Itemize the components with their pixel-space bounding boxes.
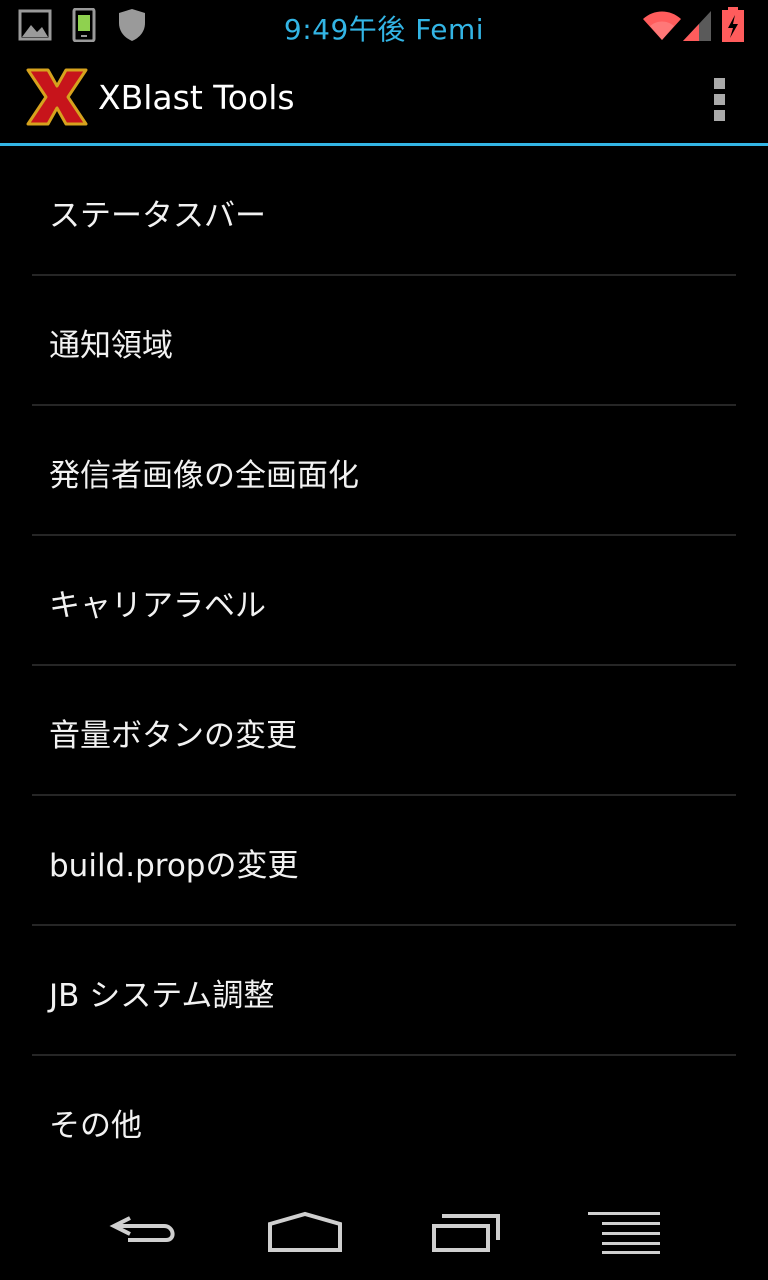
menu-item-label: 音量ボタンの変更 bbox=[49, 718, 297, 754]
menu-item-build-prop[interactable]: build.propの変更 bbox=[32, 796, 736, 926]
app-logo-icon[interactable] bbox=[24, 64, 90, 130]
overflow-dot-icon bbox=[714, 94, 725, 105]
menu-item-label: キャリアラベル bbox=[49, 588, 266, 624]
recents-icon[interactable] bbox=[428, 1208, 504, 1256]
overflow-menu-button[interactable] bbox=[698, 72, 738, 122]
app-title: XBlast Tools bbox=[98, 78, 295, 117]
navigation-bar bbox=[0, 1184, 768, 1280]
action-bar: XBlast Tools bbox=[0, 50, 768, 144]
back-icon[interactable] bbox=[108, 1208, 180, 1256]
menu-item-other[interactable]: その他 bbox=[32, 1056, 736, 1184]
menu-item-volume-buttons[interactable]: 音量ボタンの変更 bbox=[32, 666, 736, 796]
battery-charging-icon bbox=[722, 7, 744, 42]
wifi-icon bbox=[643, 11, 681, 40]
menu-item-fullscreen-caller-image[interactable]: 発信者画像の全画面化 bbox=[32, 406, 736, 536]
menu-item-label: ステータスバー bbox=[49, 198, 266, 234]
menu-item-label: 通知領域 bbox=[49, 328, 173, 364]
menu-icon[interactable] bbox=[584, 1208, 664, 1256]
overflow-dot-icon bbox=[714, 78, 725, 89]
menu-item-label: JB システム調整 bbox=[49, 978, 275, 1014]
settings-menu-list: ステータスバー 通知領域 発信者画像の全画面化 キャリアラベル 音量ボタンの変更… bbox=[32, 146, 736, 1184]
menu-item-carrier-label[interactable]: キャリアラベル bbox=[32, 536, 736, 666]
menu-item-notification-area[interactable]: 通知領域 bbox=[32, 276, 736, 406]
home-icon[interactable] bbox=[266, 1208, 344, 1256]
menu-item-status-bar[interactable]: ステータスバー bbox=[32, 146, 736, 276]
menu-item-label: その他 bbox=[49, 1108, 142, 1144]
overflow-dot-icon bbox=[714, 110, 725, 121]
menu-item-label: build.propの変更 bbox=[49, 848, 299, 884]
signal-icon bbox=[683, 11, 711, 41]
menu-item-jb-system-tweaks[interactable]: JB システム調整 bbox=[32, 926, 736, 1056]
menu-item-label: 発信者画像の全画面化 bbox=[49, 458, 359, 494]
status-bar: 9:49午後 Femi bbox=[0, 0, 768, 50]
